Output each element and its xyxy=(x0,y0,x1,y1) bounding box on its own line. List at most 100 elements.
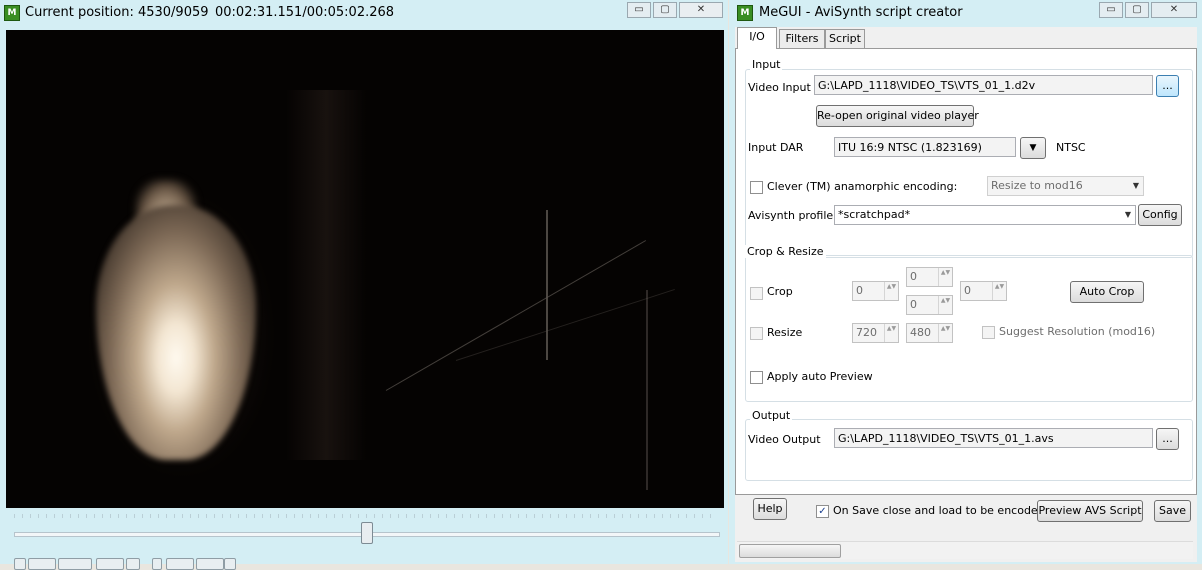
profile-config-button[interactable]: Config xyxy=(1138,204,1182,226)
resize-width-value: 720 xyxy=(856,326,877,339)
maximize-button[interactable]: ▢ xyxy=(1125,2,1149,18)
video-output-label: Video Output xyxy=(748,433,821,446)
nav-button[interactable] xyxy=(224,558,236,570)
nav-button[interactable] xyxy=(196,558,224,570)
nav-button[interactable] xyxy=(14,558,26,570)
crop-checkbox[interactable] xyxy=(750,287,763,300)
chevron-down-icon: ▼ xyxy=(1124,210,1131,219)
minimize-icon: ▭ xyxy=(634,4,644,15)
video-preview-window: M Current position: 4530/9059 00:02:31.1… xyxy=(0,0,728,570)
scrollbar-thumb[interactable] xyxy=(739,544,841,558)
crop-right-value: 0 xyxy=(964,284,971,297)
resize-checkbox[interactable] xyxy=(750,327,763,340)
resize-height-spinner[interactable]: 480 ▲▼ xyxy=(906,323,953,343)
anamorphic-mode-select[interactable]: Resize to mod16 ▼ xyxy=(987,176,1144,196)
background-wire xyxy=(385,240,647,391)
preview-titlebar[interactable]: M Current position: 4530/9059 00:02:31.1… xyxy=(0,0,728,24)
nav-button[interactable] xyxy=(126,558,140,570)
megui-app-icon: M xyxy=(737,5,753,21)
help-button[interactable]: Help xyxy=(753,498,787,520)
maximize-icon: ▢ xyxy=(1132,4,1142,15)
close-icon: ✕ xyxy=(696,4,706,15)
crop-left-value: 0 xyxy=(856,284,863,297)
spinner-arrows-icon: ▲▼ xyxy=(938,268,952,286)
io-tab-page: Input Video Input G:\LAPD_1118\VIDEO_TS\… xyxy=(735,48,1197,495)
anamorphic-label: Clever (TM) anamorphic encoding: xyxy=(767,180,958,193)
input-group-label: Input xyxy=(750,58,783,71)
background-post xyxy=(286,90,366,460)
resize-height-value: 480 xyxy=(910,326,931,339)
close-button[interactable]: ✕ xyxy=(679,2,723,18)
tab-io[interactable]: I/O xyxy=(737,27,777,49)
auto-preview-label: Apply auto Preview xyxy=(767,370,873,383)
anamorphic-mode-value: Resize to mod16 xyxy=(991,179,1083,192)
megui-app-icon: M xyxy=(4,5,20,21)
horizontal-scrollbar[interactable] xyxy=(737,541,1193,559)
crop-right-spinner[interactable]: 0 ▲▼ xyxy=(960,281,1007,301)
save-button[interactable]: Save xyxy=(1154,500,1191,522)
input-dar-field[interactable]: ITU 16:9 NTSC (1.823169) xyxy=(834,137,1016,157)
avisynth-profile-value: *scratchpad* xyxy=(838,208,911,221)
video-input-label: Video Input xyxy=(748,81,811,94)
seek-ticks xyxy=(14,514,718,518)
auto-preview-checkbox[interactable] xyxy=(750,371,763,384)
current-time-text: 00:02:31.151/00:05:02.268 xyxy=(215,5,395,20)
preview-avs-script-button[interactable]: Preview AVS Script xyxy=(1037,500,1143,522)
spinner-arrows-icon: ▲▼ xyxy=(884,282,898,300)
video-frame xyxy=(6,30,724,508)
input-group xyxy=(745,69,1193,258)
avisynth-script-creator-window: M MeGUI - AviSynth script creator ▭ ▢ ✕ … xyxy=(729,0,1202,564)
close-on-save-checkbox[interactable]: ✓ xyxy=(816,505,829,518)
avisynth-profile-select[interactable]: *scratchpad* ▼ xyxy=(834,205,1136,225)
spinner-arrows-icon: ▲▼ xyxy=(992,282,1006,300)
nav-button[interactable] xyxy=(58,558,92,570)
input-dar-dropdown-button[interactable]: ▼ xyxy=(1020,137,1046,159)
suggest-resolution-checkbox[interactable] xyxy=(982,326,995,339)
script-creator-client: I/O Filters Script Input Video Input G:\… xyxy=(735,27,1197,562)
resize-label: Resize xyxy=(767,326,803,339)
spinner-arrows-icon: ▲▼ xyxy=(884,324,898,342)
crop-bottom-value: 0 xyxy=(910,298,917,311)
background-rod xyxy=(546,210,548,360)
resize-width-spinner[interactable]: 720 ▲▼ xyxy=(852,323,899,343)
minimize-button[interactable]: ▭ xyxy=(1099,2,1123,18)
video-input-browse-button[interactable]: ... xyxy=(1156,75,1179,97)
crop-left-spinner[interactable]: 0 ▲▼ xyxy=(852,281,899,301)
nav-button[interactable] xyxy=(28,558,56,570)
window-title: MeGUI - AviSynth script creator xyxy=(759,5,963,20)
seek-thumb[interactable] xyxy=(361,522,374,544)
video-input-field[interactable]: G:\LAPD_1118\VIDEO_TS\VTS_01_1.d2v xyxy=(814,75,1153,95)
chevron-down-icon: ▼ xyxy=(1132,181,1139,190)
video-output-field[interactable]: G:\LAPD_1118\VIDEO_TS\VTS_01_1.avs xyxy=(834,428,1153,448)
minimize-icon: ▭ xyxy=(1106,4,1116,15)
background-rod xyxy=(646,290,648,490)
crop-resize-group-label: Crop & Resize xyxy=(745,245,826,258)
crop-label: Crop xyxy=(767,285,793,298)
checkmark-icon: ✓ xyxy=(818,506,827,517)
spinner-arrows-icon: ▲▼ xyxy=(938,296,952,314)
script-creator-titlebar[interactable]: M MeGUI - AviSynth script creator ▭ ▢ ✕ xyxy=(729,0,1202,24)
crop-top-spinner[interactable]: 0 ▲▼ xyxy=(906,267,953,287)
suggest-resolution-label: Suggest Resolution (mod16) xyxy=(999,325,1156,338)
current-position-text: Current position: 4530/9059 xyxy=(25,5,209,20)
close-on-save-label: On Save close and load to be encoded xyxy=(833,504,1045,517)
video-output-browse-button[interactable]: ... xyxy=(1156,428,1179,450)
nav-button[interactable] xyxy=(166,558,194,570)
chevron-down-icon: ▼ xyxy=(1029,143,1037,153)
maximize-icon: ▢ xyxy=(660,4,670,15)
anamorphic-checkbox[interactable] xyxy=(750,181,763,194)
nav-button[interactable] xyxy=(152,558,162,570)
background-wire xyxy=(455,288,675,361)
tab-script[interactable]: Script xyxy=(825,29,865,48)
crop-bottom-spinner[interactable]: 0 ▲▼ xyxy=(906,295,953,315)
close-button[interactable]: ✕ xyxy=(1151,2,1197,18)
minimize-button[interactable]: ▭ xyxy=(627,2,651,18)
maximize-button[interactable]: ▢ xyxy=(653,2,677,18)
nav-button[interactable] xyxy=(96,558,124,570)
crop-top-value: 0 xyxy=(910,270,917,283)
video-standard-label: NTSC xyxy=(1056,141,1086,154)
tab-strip: I/O Filters Script xyxy=(735,27,1197,49)
reopen-video-player-button[interactable]: Re-open original video player xyxy=(816,105,979,127)
auto-crop-button[interactable]: Auto Crop xyxy=(1070,281,1144,303)
tab-filters[interactable]: Filters xyxy=(779,29,825,48)
